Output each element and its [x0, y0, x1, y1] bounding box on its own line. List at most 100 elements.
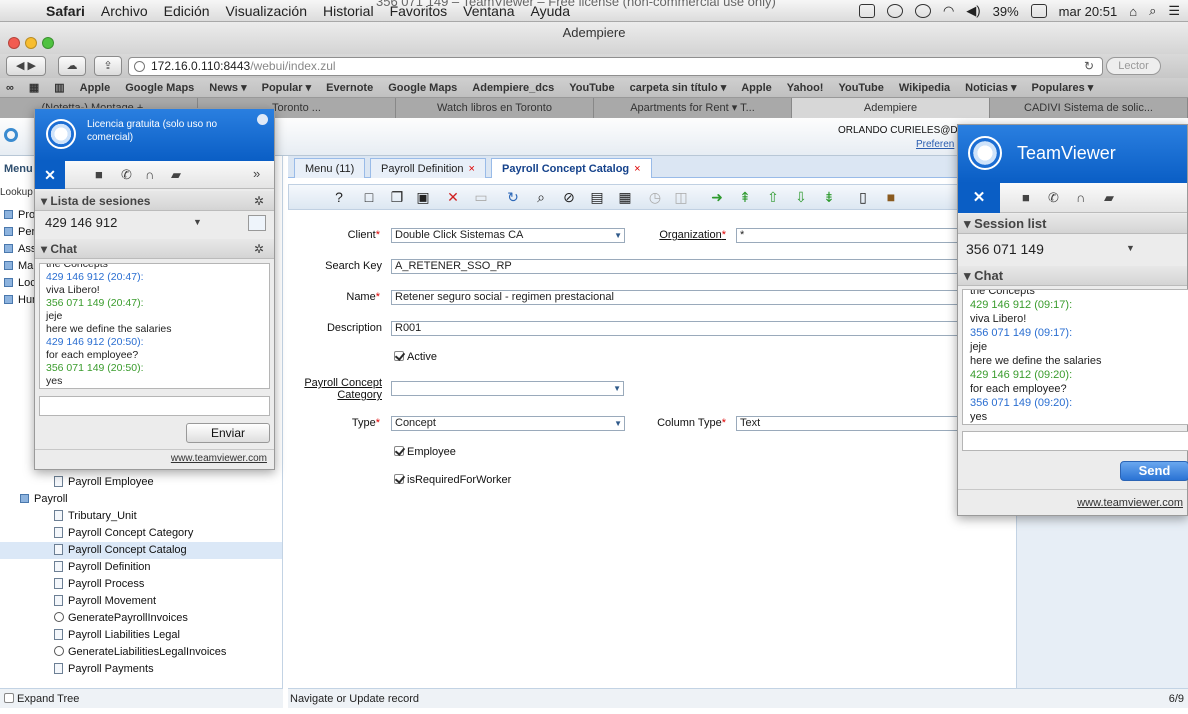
- teamviewer-link[interactable]: www.teamviewer.com: [171, 453, 267, 464]
- bookmark-item[interactable]: Popular ▾: [262, 81, 312, 94]
- headset-icon[interactable]: ∩: [145, 167, 154, 182]
- share-icon[interactable]: ⇪: [94, 56, 122, 76]
- menu-app-name[interactable]: Safari: [38, 3, 93, 19]
- session-list-header[interactable]: ▾ Lista de sesiones ✲: [35, 191, 274, 211]
- client-select[interactable]: Double Click Sistemas CA: [391, 228, 625, 243]
- column-type-field[interactable]: Text: [736, 416, 958, 431]
- first-record-icon[interactable]: ⇞: [737, 189, 753, 205]
- session-dropdown-icon[interactable]: ▼: [193, 217, 202, 227]
- bookmarks-icon[interactable]: ▥: [54, 81, 64, 94]
- send-button[interactable]: Send: [1120, 461, 1188, 481]
- copy-record-icon[interactable]: ❐: [389, 189, 405, 205]
- description-field[interactable]: R001: [391, 321, 961, 336]
- top-sites-icon[interactable]: ▦: [29, 81, 39, 94]
- tree-item-payroll-concept-category[interactable]: Payroll Concept Category: [54, 525, 193, 542]
- close-tab-icon[interactable]: ×: [469, 163, 475, 175]
- tree-item-payroll-process[interactable]: Payroll Process: [54, 576, 144, 593]
- tree-item-payroll-employee[interactable]: Payroll Employee: [54, 474, 154, 491]
- grid-toggle-icon[interactable]: ▦: [617, 189, 633, 205]
- chat-header[interactable]: ▾ Chat: [958, 266, 1187, 286]
- video-icon[interactable]: ■: [95, 167, 103, 182]
- close-window-button[interactable]: [8, 37, 20, 49]
- bookmark-item[interactable]: carpeta sin título ▾: [630, 81, 727, 94]
- browser-tab[interactable]: Watch libros en Toronto: [396, 98, 594, 118]
- report-icon[interactable]: ▯: [855, 189, 871, 205]
- bookmark-item[interactable]: YouTube: [838, 82, 883, 94]
- chat-icon[interactable]: ▰: [171, 167, 181, 183]
- previous-record-icon[interactable]: ⇧: [765, 189, 781, 205]
- tree-folder[interactable]: Pro: [4, 207, 35, 224]
- employee-checkbox-row[interactable]: Employee: [394, 446, 456, 458]
- undo-icon[interactable]: ▭: [473, 189, 489, 205]
- organization-field[interactable]: *: [736, 228, 958, 243]
- session-list-header[interactable]: ▾ Session list: [958, 214, 1187, 234]
- next-down-icon[interactable]: ⇩: [793, 189, 809, 205]
- session-dropdown-icon[interactable]: ▼: [1126, 243, 1135, 253]
- menu-visualizacion[interactable]: Visualización: [218, 3, 315, 19]
- active-checkbox[interactable]: [394, 351, 404, 361]
- send-button[interactable]: Enviar: [186, 423, 270, 443]
- tree-item-generate-payroll-invoices[interactable]: GeneratePayrollInvoices: [54, 610, 188, 627]
- history-icon[interactable]: ◷: [647, 189, 663, 205]
- back-forward-button[interactable]: ◀ ▶: [6, 56, 46, 76]
- bookmark-item[interactable]: YouTube: [569, 82, 614, 94]
- expand-tree-checkbox[interactable]: [4, 693, 14, 703]
- session-id-right[interactable]: 356 071 149: [966, 241, 1044, 257]
- name-field[interactable]: Retener seguro social - regimen prestaci…: [391, 290, 961, 305]
- tree-item-payroll-definition[interactable]: Payroll Definition: [54, 559, 151, 576]
- last-record-icon[interactable]: ⇟: [821, 189, 837, 205]
- tree-folder[interactable]: Loc: [4, 275, 36, 292]
- bookmark-item[interactable]: Google Maps: [125, 82, 194, 94]
- close-session-icon[interactable]: ✕: [958, 183, 1000, 213]
- volume-icon[interactable]: ◀): [966, 3, 980, 19]
- tree-item-generate-liabilities-invoices[interactable]: GenerateLiabilitiesLegalInvoices: [54, 644, 226, 661]
- required-for-worker-checkbox-row[interactable]: isRequiredForWorker: [394, 474, 511, 486]
- expand-tree-toggle[interactable]: Expand Tree: [0, 688, 283, 708]
- notification-list-icon[interactable]: ☰: [1168, 3, 1180, 19]
- zoom-window-button[interactable]: [42, 37, 54, 49]
- user-icon[interactable]: ⌂: [1129, 4, 1137, 19]
- address-bar[interactable]: 172.16.0.110:8443/webui/index.zul ↻: [128, 57, 1103, 76]
- bookmark-item[interactable]: Wikipedia: [899, 82, 950, 94]
- close-session-icon[interactable]: ✕: [35, 161, 65, 189]
- archive-icon[interactable]: ◫: [673, 189, 689, 205]
- reading-list-icon[interactable]: ∞: [6, 82, 14, 94]
- bookmark-item[interactable]: Yahoo!: [787, 82, 824, 94]
- menu-historial[interactable]: Historial: [315, 3, 382, 19]
- session-id-left[interactable]: 429 146 912: [45, 215, 117, 230]
- refresh-icon[interactable]: ↻: [505, 189, 521, 205]
- tree-item-payroll-concept-catalog[interactable]: Payroll Concept Catalog: [0, 542, 282, 559]
- expand-panel-icon[interactable]: »: [253, 166, 260, 181]
- active-checkbox-row[interactable]: Active: [394, 351, 437, 363]
- preferences-link[interactable]: Preferen: [916, 139, 954, 150]
- bookmark-item[interactable]: Google Maps: [388, 82, 457, 94]
- browser-tab[interactable]: Apartments for Rent ▾ T...: [594, 98, 792, 118]
- tab-payroll-definition[interactable]: Payroll Definition ×: [370, 158, 486, 178]
- time-machine-icon[interactable]: [886, 4, 903, 18]
- bookmark-item[interactable]: Apple: [741, 82, 772, 94]
- bookmark-item[interactable]: News ▾: [209, 81, 246, 94]
- tree-item-payroll-liabilities-legal[interactable]: Payroll Liabilities Legal: [54, 627, 180, 644]
- tab-menu[interactable]: Menu (11): [294, 158, 366, 178]
- bookmark-item[interactable]: Evernote: [326, 82, 373, 94]
- settings-gear-icon[interactable]: ✲: [254, 239, 264, 259]
- menubar-clock[interactable]: mar 20:51: [1059, 4, 1118, 19]
- chat-icon[interactable]: ▰: [1104, 190, 1114, 206]
- type-select[interactable]: Concept: [391, 416, 625, 431]
- employee-checkbox[interactable]: [394, 446, 404, 456]
- reader-button[interactable]: Lector: [1106, 57, 1161, 75]
- minimize-window-button[interactable]: [25, 37, 37, 49]
- menu-edicion[interactable]: Edición: [156, 3, 218, 19]
- tree-item-tributary-unit[interactable]: Tributary_Unit: [54, 508, 137, 525]
- chat-input[interactable]: [962, 431, 1188, 451]
- session-action-icon[interactable]: [248, 215, 266, 231]
- chat-note-icon[interactable]: ▤: [589, 189, 605, 205]
- wifi-icon[interactable]: ◠: [943, 3, 954, 19]
- tree-item-payroll-payments[interactable]: Payroll Payments: [54, 661, 154, 678]
- attachment-icon[interactable]: ⊘: [561, 189, 577, 205]
- required-for-worker-checkbox[interactable]: [394, 474, 404, 484]
- menu-archivo[interactable]: Archivo: [93, 3, 156, 19]
- tree-folder[interactable]: Mar: [4, 258, 37, 275]
- new-record-icon[interactable]: □: [361, 189, 377, 205]
- phone-icon[interactable]: ✆: [1048, 190, 1059, 206]
